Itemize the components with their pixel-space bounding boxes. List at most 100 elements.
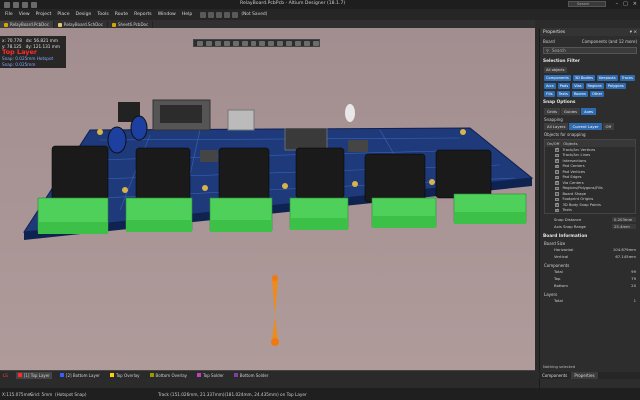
snap-checkbox[interactable] xyxy=(555,202,559,207)
menu-tools[interactable]: Tools xyxy=(97,12,108,17)
snap-checkbox[interactable] xyxy=(555,158,559,163)
menu-place[interactable]: Place xyxy=(57,12,69,17)
panel-tab-components[interactable]: Components xyxy=(539,372,570,379)
properties-search-input[interactable]: ⚲ Search xyxy=(543,47,637,54)
menu-reports[interactable]: Reports xyxy=(134,12,152,17)
filter-chip-other[interactable]: Other xyxy=(589,91,605,97)
layer-set-tab[interactable]: LS xyxy=(1,372,10,379)
menu-help[interactable]: Help xyxy=(182,12,192,17)
layer-tab[interactable]: Bottom Solder xyxy=(232,372,271,379)
board-filter-value[interactable]: Components (and 12 more) xyxy=(582,39,637,44)
menu-file[interactable]: File xyxy=(5,12,13,17)
text-icon[interactable] xyxy=(295,40,302,46)
undo-toolbar-icon[interactable] xyxy=(224,11,231,18)
snap-checkbox[interactable] xyxy=(555,186,559,190)
fill-icon[interactable] xyxy=(277,40,284,46)
panel-menu-icon[interactable]: ▾ × xyxy=(630,30,637,35)
snap-checkbox[interactable] xyxy=(555,164,559,168)
via-icon[interactable] xyxy=(268,40,275,46)
plus-icon[interactable] xyxy=(205,40,212,46)
open-toolbar-icon[interactable] xyxy=(216,11,223,18)
move-icon[interactable] xyxy=(223,40,230,46)
snap-distance-input[interactable]: 0.203mm xyxy=(612,217,636,222)
snap-checkbox[interactable] xyxy=(555,197,559,201)
menu-design[interactable]: Design xyxy=(76,12,92,17)
layer-tab-label: Bottom Overlay xyxy=(155,372,188,378)
snap-checkbox[interactable] xyxy=(555,208,559,212)
layer-tab[interactable]: Bottom Overlay xyxy=(148,372,190,379)
total-label: Total xyxy=(554,269,563,274)
redo-icon[interactable] xyxy=(31,1,37,8)
snap-object-label: Pad Edges xyxy=(562,175,582,180)
filter-chip-3d-bodies[interactable]: 3D Bodies xyxy=(572,75,595,81)
option-grids[interactable]: Grids xyxy=(544,108,560,115)
filter-chip-regions[interactable]: Regions xyxy=(585,83,604,89)
dimension-icon[interactable] xyxy=(286,40,293,46)
layer-tab-label: LS xyxy=(3,372,8,378)
origin-cone-marker xyxy=(271,275,279,346)
option-guides[interactable]: Guides xyxy=(560,108,581,115)
undo-icon[interactable] xyxy=(22,1,28,8)
filter-chip-arcs[interactable]: Arcs xyxy=(544,83,556,89)
panel-tab-properties[interactable]: Properties xyxy=(571,372,598,379)
save-icon[interactable] xyxy=(4,1,10,8)
filter-chip-tracks[interactable]: Tracks xyxy=(619,75,635,81)
menu-window[interactable]: Window xyxy=(158,12,176,17)
pcb-3d-viewport[interactable] xyxy=(0,28,535,370)
minimize-icon[interactable]: – xyxy=(616,1,619,7)
axis-snap-label: Axis Snap Range xyxy=(554,224,586,229)
select-icon[interactable] xyxy=(214,40,221,46)
option-off[interactable]: Off xyxy=(602,123,615,130)
filter-chip-polygons[interactable]: Polygons xyxy=(605,83,626,89)
all-objects-button[interactable]: All objects xyxy=(544,67,567,73)
snap-checkbox[interactable] xyxy=(555,192,559,196)
doc-tab[interactable]: Sheet6.PcbDoc xyxy=(108,21,154,28)
snap-checkbox[interactable] xyxy=(555,170,559,174)
filter-chip-pads[interactable]: Pads xyxy=(557,83,571,89)
polygon-icon[interactable] xyxy=(259,40,266,46)
snap-checkbox[interactable] xyxy=(555,147,559,152)
menu-view[interactable]: View xyxy=(19,12,30,17)
save-all-icon[interactable] xyxy=(208,11,215,18)
filter-chip-vias[interactable]: Vias xyxy=(572,83,584,89)
global-search-input[interactable]: Search xyxy=(568,1,606,7)
component-icon[interactable] xyxy=(312,40,319,46)
filter-icon[interactable] xyxy=(197,40,203,46)
doc-tab[interactable]: RelayBoard.SchDoc xyxy=(54,21,108,28)
layer-tab[interactable]: Top Overlay xyxy=(108,372,142,379)
snap-checkbox[interactable] xyxy=(555,153,559,157)
filter-chip-fills[interactable]: Fills xyxy=(544,91,555,97)
save-toolbar-icon[interactable] xyxy=(200,11,207,18)
snap-checkbox[interactable] xyxy=(555,175,559,179)
line-icon[interactable] xyxy=(304,40,310,46)
layer-tab[interactable]: [2] Bottom Layer xyxy=(58,372,102,379)
align-icon[interactable] xyxy=(232,40,239,46)
option-all-layers[interactable]: All Layers xyxy=(544,123,569,130)
filter-chip-components[interactable]: Components xyxy=(544,75,571,81)
menu-bar: File View Project Place Design Tools Route Repo… xyxy=(0,9,640,20)
filter-chip-texts[interactable]: Texts xyxy=(556,91,570,97)
close-icon[interactable]: × xyxy=(633,1,637,7)
filter-chip-keepouts[interactable]: Keepouts xyxy=(596,75,618,81)
option-axes[interactable]: Axes xyxy=(581,108,597,115)
maximize-icon[interactable]: □ xyxy=(623,1,628,7)
board-information-header[interactable]: Board Information xyxy=(540,232,640,241)
axis-snap-input[interactable]: 25.4mm xyxy=(612,224,636,229)
selection-filter-header[interactable]: Selection Filter xyxy=(540,57,640,66)
diff-pair-icon[interactable] xyxy=(250,40,257,46)
redo-toolbar-icon[interactable] xyxy=(232,11,239,18)
snap-object-label: Pad Centers xyxy=(562,164,585,169)
route-icon[interactable] xyxy=(241,40,248,46)
snap-options-header[interactable]: Snap Options xyxy=(540,98,640,107)
menu-project[interactable]: Project xyxy=(36,12,52,17)
snap-object-label: Intersections xyxy=(562,158,587,163)
layer-tab[interactable]: Top Solder xyxy=(195,372,226,379)
layer-tab[interactable]: [1] Top Layer xyxy=(15,371,52,379)
filter-chip-rooms[interactable]: Rooms xyxy=(571,91,588,97)
doc-tab[interactable]: RelayBoard.PcbDoc xyxy=(0,21,54,28)
option-current-layer[interactable]: Current Layer xyxy=(569,123,602,130)
status-object: Track (151.026mm, 21.337mm)(181.024mm, 2… xyxy=(158,391,307,397)
open-icon[interactable] xyxy=(13,1,19,8)
menu-route[interactable]: Route xyxy=(115,12,128,17)
snap-checkbox[interactable] xyxy=(555,180,559,185)
